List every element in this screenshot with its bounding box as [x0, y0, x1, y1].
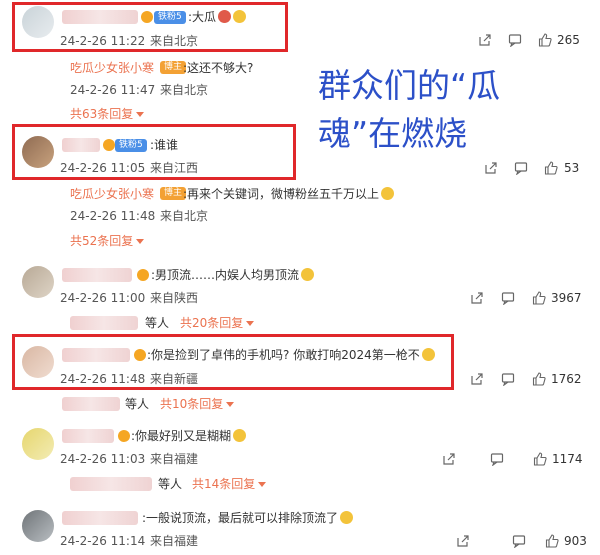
more-replies-link[interactable]: 共52条回复 [70, 233, 145, 249]
vip-badge-icon [118, 430, 130, 442]
comment-button[interactable] [514, 160, 528, 176]
reply-text: :再来个关键词，微博粉丝五千万以上 [183, 186, 395, 202]
share-icon [443, 453, 455, 465]
reply-author[interactable]: 吃瓜少女张小寒 [70, 60, 154, 76]
reply-time: 24-2-26 11:48 [70, 209, 156, 223]
comment-button[interactable] [512, 533, 526, 549]
comment-icon [501, 292, 515, 305]
comment-text: :一般说顶流，最后就可以排除顶流了 [142, 510, 354, 526]
highlight-box [12, 334, 454, 390]
comment-button[interactable] [501, 290, 515, 306]
reply-time: 24-2-26 11:47 [70, 83, 156, 97]
smirk-emoji-icon [381, 187, 395, 200]
share-icon [457, 535, 469, 547]
comment-time: 24-2-26 11:00 [60, 291, 146, 305]
like-button[interactable] [533, 451, 547, 467]
like-icon [533, 452, 547, 466]
comment-location: 来自福建 [150, 452, 199, 466]
comment-icon [490, 453, 504, 466]
comment-icon [512, 535, 526, 548]
comment-location: 来自福建 [150, 534, 199, 548]
like-button[interactable] [532, 290, 546, 306]
chevron-down-icon [246, 321, 255, 326]
comment-button[interactable] [490, 451, 504, 467]
highlight-box [12, 2, 288, 52]
like-count: 1762 [551, 372, 582, 386]
like-button[interactable] [545, 533, 559, 549]
avatar[interactable] [22, 266, 54, 298]
like-count: 1174 [552, 452, 583, 466]
like-count: 265 [557, 33, 580, 47]
share-button[interactable] [484, 160, 498, 176]
share-icon [485, 162, 497, 174]
vip-badge-icon [137, 269, 149, 281]
share-button[interactable] [470, 290, 484, 306]
reply-text: :这还不够大? [183, 61, 254, 75]
comment-button[interactable] [508, 32, 522, 48]
more-replies-link[interactable]: 共10条回复 [160, 396, 235, 412]
comment-location: 来自陕西 [150, 291, 199, 305]
chevron-down-icon [136, 239, 145, 244]
like-count: 3967 [551, 291, 582, 305]
like-button[interactable] [544, 160, 558, 176]
comment-icon [508, 34, 522, 47]
reply-author-blurred[interactable] [62, 397, 120, 411]
chevron-down-icon [258, 482, 267, 487]
share-button[interactable] [456, 533, 470, 549]
share-icon [471, 292, 483, 304]
like-button[interactable] [538, 32, 552, 48]
reply-author[interactable]: 吃瓜少女张小寒 [70, 186, 154, 202]
highlight-box [12, 124, 296, 180]
comment-icon [514, 162, 528, 175]
avatar[interactable] [22, 510, 54, 542]
reply-authors-suffix: 等人 [125, 397, 150, 411]
chevron-down-icon [226, 402, 235, 407]
share-button[interactable] [470, 371, 484, 387]
like-icon [538, 33, 552, 47]
share-button[interactable] [478, 32, 492, 48]
reply-author-blurred[interactable] [70, 316, 138, 330]
avatar[interactable] [22, 428, 54, 460]
more-replies-link[interactable]: 共63条回复 [70, 106, 145, 122]
reply-author-blurred[interactable] [70, 477, 152, 491]
comment-button[interactable] [501, 371, 515, 387]
like-icon [545, 534, 559, 548]
emoji-icon [233, 429, 247, 442]
share-icon [471, 373, 483, 385]
reply-location: 来自北京 [160, 83, 209, 97]
overlay-caption-line2: 魂”在燃烧 [318, 114, 468, 153]
like-count: 53 [564, 161, 580, 175]
chevron-down-icon [136, 112, 145, 117]
reply-location: 来自北京 [160, 209, 209, 223]
more-replies-link[interactable]: 共14条回复 [192, 476, 267, 492]
comment-icon [501, 373, 515, 386]
emoji-icon [301, 268, 315, 281]
comment-time: 24-2-26 11:03 [60, 452, 146, 466]
comment-text: :你最好别又是糊糊 [131, 428, 247, 444]
comment-time: 24-2-26 11:14 [60, 534, 146, 548]
comment-text: :男顶流……内娱人均男顶流 [151, 267, 315, 283]
username-blurred[interactable] [62, 268, 132, 282]
more-replies-link[interactable]: 共20条回复 [180, 315, 255, 331]
like-count: 903 [564, 534, 587, 548]
like-button[interactable] [532, 371, 546, 387]
reply-authors-suffix: 等人 [158, 477, 183, 491]
like-icon [532, 291, 546, 305]
overlay-caption-line1: 群众们的“瓜 [318, 66, 501, 105]
reply-authors-suffix: 等人 [145, 316, 170, 330]
share-button[interactable] [442, 451, 456, 467]
username-blurred[interactable] [62, 429, 114, 443]
username-blurred[interactable] [62, 511, 138, 525]
share-icon [479, 34, 491, 46]
like-icon [532, 372, 546, 386]
like-icon [544, 161, 558, 175]
emoji-icon [340, 511, 354, 524]
